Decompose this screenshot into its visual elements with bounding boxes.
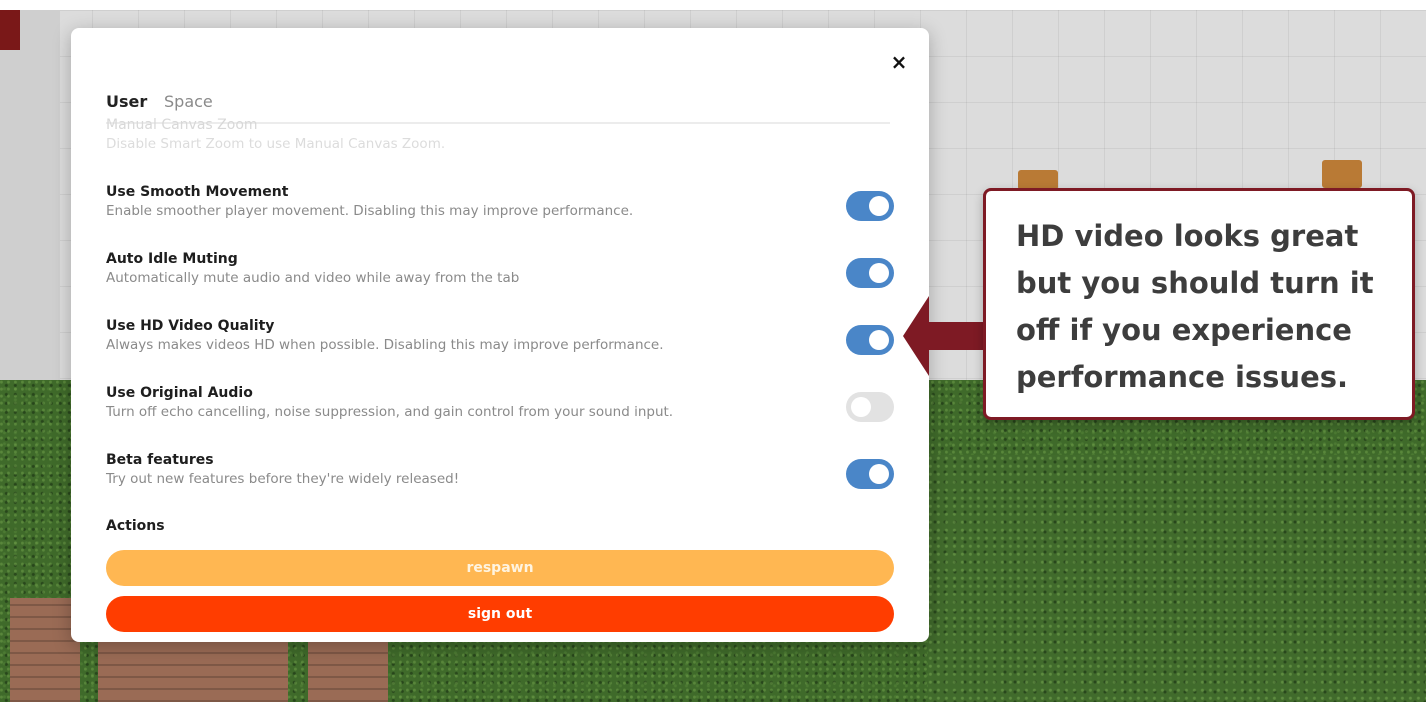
setting-description: Try out new features before they're wide… [106, 471, 460, 487]
setting-description: Turn off echo cancelling, noise suppress… [106, 404, 674, 420]
wooden-post [1322, 160, 1362, 188]
smooth-movement-toggle[interactable] [846, 191, 894, 221]
setting-smooth-movement: Use Smooth Movement Enable smoother play… [106, 183, 866, 221]
setting-description: Disable Smart Zoom to use Manual Canvas … [106, 136, 446, 152]
hd-video-quality-toggle[interactable] [846, 325, 894, 355]
auto-idle-muting-toggle[interactable] [846, 258, 894, 288]
toggle-knob [869, 196, 889, 216]
wooden-bench [308, 640, 388, 702]
setting-title: Manual Canvas Zoom [106, 117, 258, 133]
toggle-knob [869, 330, 889, 350]
arrow-left-icon [903, 296, 985, 376]
setting-title: Use HD Video Quality [106, 318, 275, 334]
setting-title: Use Smooth Movement [106, 184, 289, 200]
bottom-edge [0, 702, 1426, 711]
wooden-post [1018, 170, 1058, 190]
setting-description: Automatically mute audio and video while… [106, 270, 520, 286]
tab-user[interactable]: User [106, 92, 147, 111]
setting-hd-video-quality: Use HD Video Quality Always makes videos… [106, 317, 866, 355]
wooden-bench [98, 640, 288, 702]
toggle-knob [869, 263, 889, 283]
sign-out-button[interactable]: sign out [106, 596, 894, 632]
annotation-text: HD video looks great but you should turn… [1016, 219, 1374, 394]
setting-description: Enable smoother player movement. Disabli… [106, 203, 634, 219]
setting-title: Auto Idle Muting [106, 251, 238, 267]
annotation-callout: HD video looks great but you should turn… [983, 188, 1415, 420]
setting-beta-features: Beta features Try out new features befor… [106, 451, 866, 489]
close-icon[interactable]: × [887, 50, 911, 74]
tab-space[interactable]: Space [164, 92, 213, 111]
grass-ground-right [928, 455, 1426, 711]
actions-heading: Actions [106, 518, 165, 534]
original-audio-toggle[interactable] [846, 392, 894, 422]
setting-title: Beta features [106, 452, 214, 468]
setting-auto-idle-muting: Auto Idle Muting Automatically mute audi… [106, 250, 866, 288]
red-roof-corner [0, 10, 20, 50]
setting-manual-canvas-zoom: Manual Canvas Zoom Disable Smart Zoom to… [106, 116, 866, 154]
setting-description: Always makes videos HD when possible. Di… [106, 337, 664, 353]
wooden-bench [10, 598, 80, 702]
beta-features-toggle[interactable] [846, 459, 894, 489]
respawn-button[interactable]: respawn [106, 550, 894, 586]
setting-original-audio: Use Original Audio Turn off echo cancell… [106, 384, 866, 422]
setting-title: Use Original Audio [106, 385, 253, 401]
stone-wall-left [0, 10, 60, 390]
toggle-knob [869, 464, 889, 484]
settings-modal: User Space × Manual Canvas Zoom Disable … [71, 28, 929, 642]
toggle-knob [851, 397, 871, 417]
